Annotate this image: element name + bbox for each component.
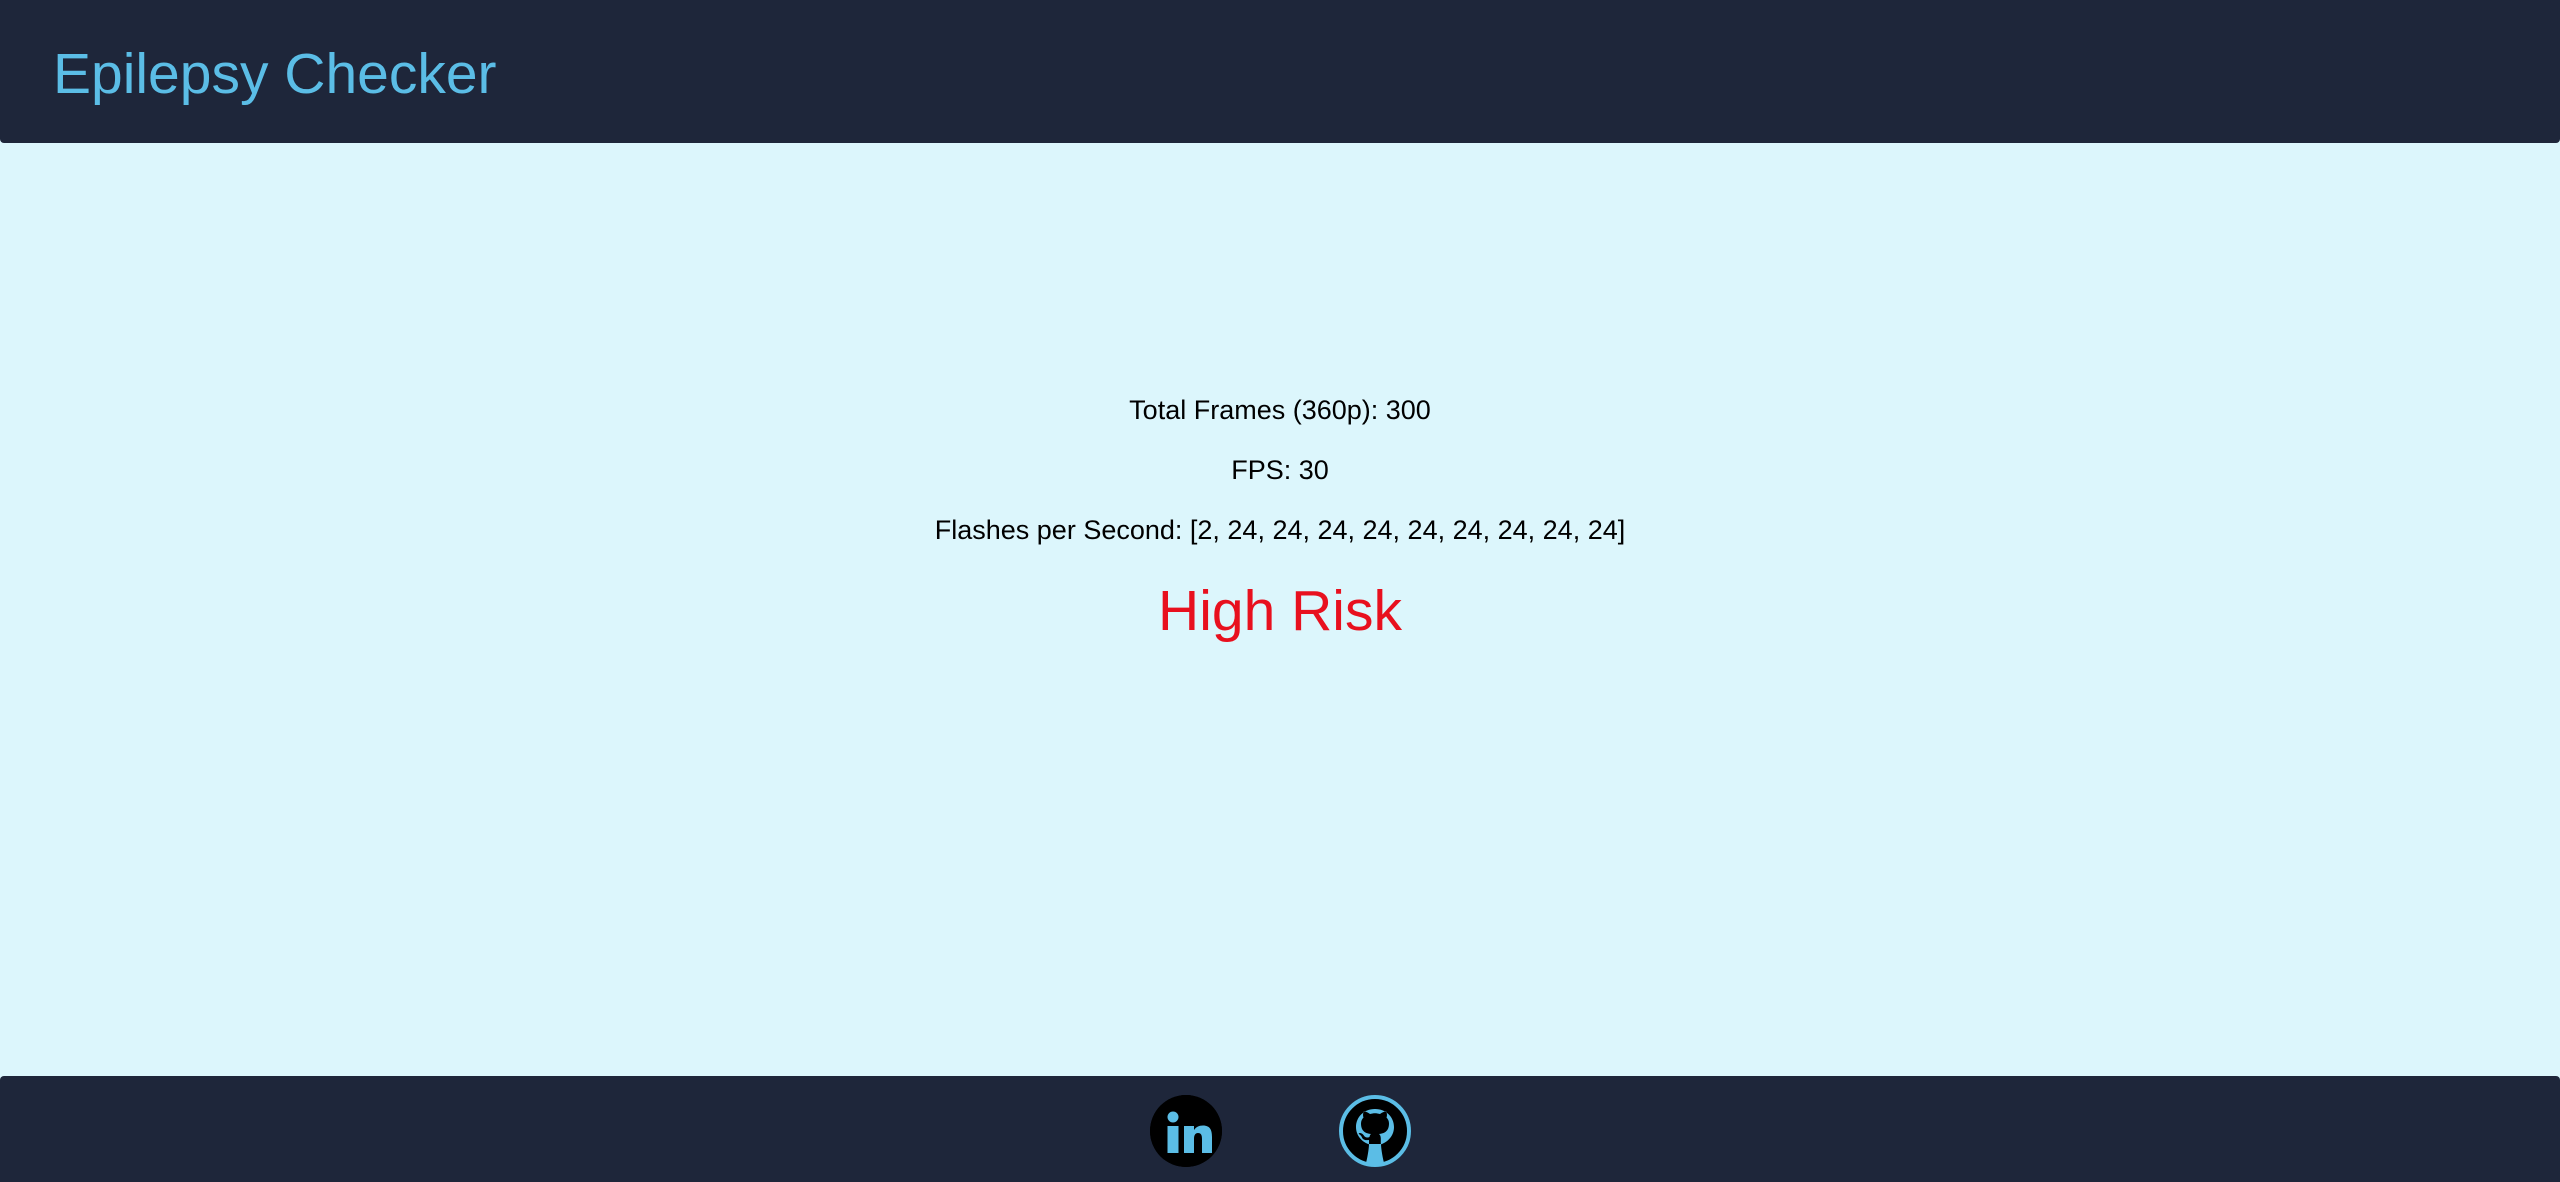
total-frames-text: Total Frames (360p): 300 bbox=[1129, 395, 1431, 425]
risk-level-label: High Risk bbox=[1158, 579, 1402, 643]
app-title[interactable]: Epilepsy Checker bbox=[53, 38, 497, 110]
github-icon bbox=[1339, 1095, 1411, 1167]
linkedin-link[interactable] bbox=[1150, 1095, 1222, 1167]
fps-text: FPS: 30 bbox=[1231, 455, 1329, 485]
footer bbox=[0, 1076, 2560, 1182]
flashes-per-second-text: Flashes per Second: [2, 24, 24, 24, 24, … bbox=[934, 515, 1626, 545]
results-panel: Total Frames (360p): 300 FPS: 30 Flashes… bbox=[0, 380, 2560, 646]
github-link[interactable] bbox=[1339, 1095, 1411, 1167]
top-navbar: Epilepsy Checker bbox=[0, 0, 2560, 143]
linkedin-icon bbox=[1150, 1095, 1222, 1167]
